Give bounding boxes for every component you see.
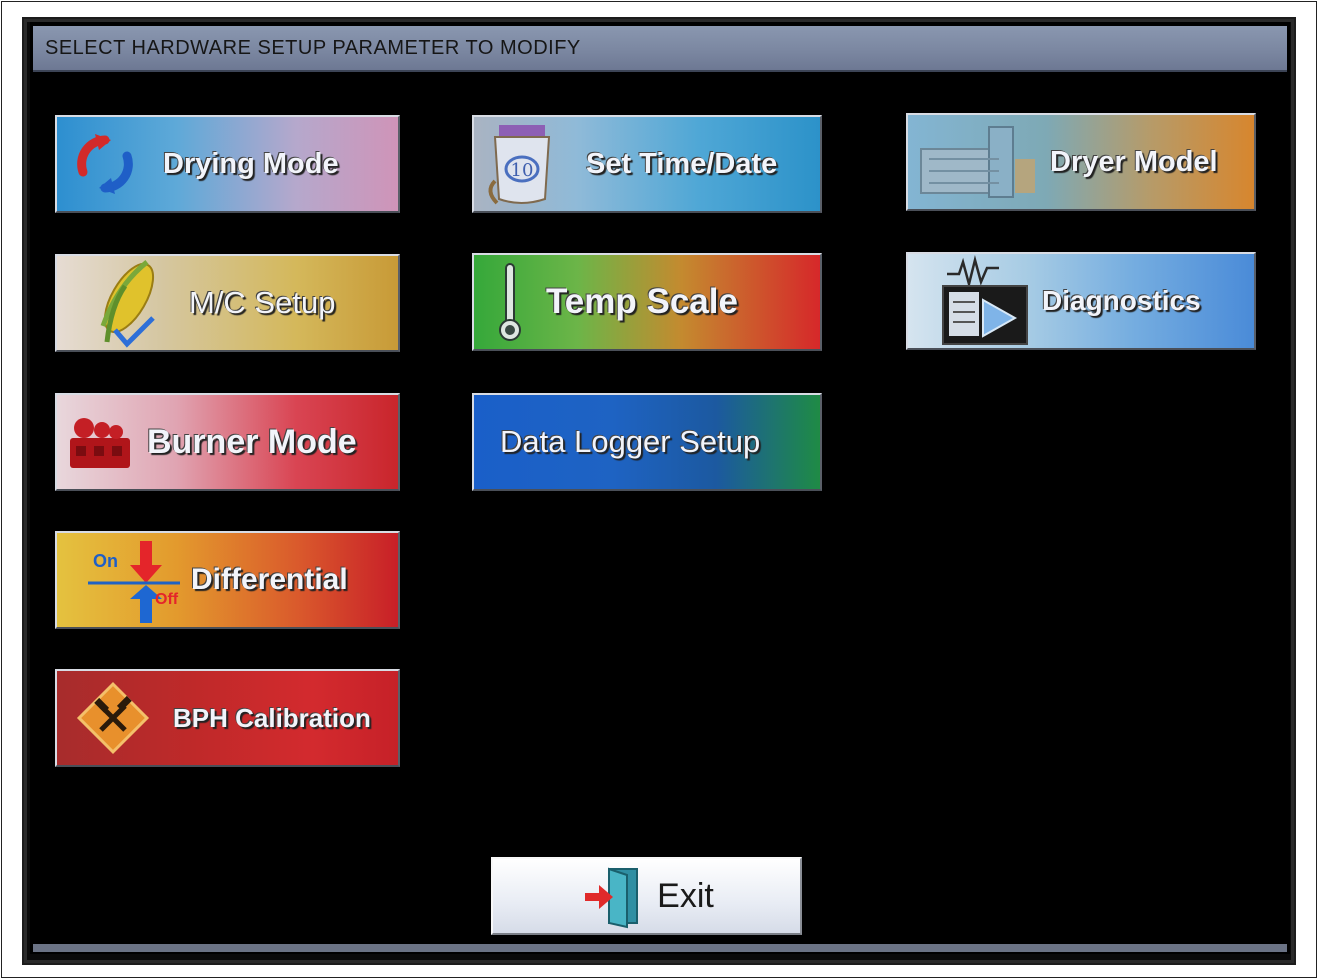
dryer-model-label: Dryer Model [1050, 145, 1218, 178]
differential-off-text: Off [155, 591, 179, 608]
dryer-model-button[interactable]: Dryer Model [906, 113, 1256, 211]
exit-label: Exit [657, 876, 714, 915]
tools-diamond-icon [57, 671, 169, 765]
data-logger-setup-button[interactable]: Data Logger Setup [472, 393, 822, 491]
mc-setup-label: M/C Setup [189, 285, 336, 320]
differential-button[interactable]: On Off Differential [55, 531, 400, 629]
diagnostics-button[interactable]: Diagnostics [906, 252, 1256, 350]
burner-icon [57, 395, 143, 489]
data-logger-setup-label: Data Logger Setup [500, 424, 761, 459]
monitor-waveform-icon [908, 254, 1038, 348]
diagnostics-label: Diagnostics [1042, 285, 1201, 316]
temp-scale-label: Temp Scale [546, 282, 738, 321]
set-time-date-label: Set Time/Date [586, 147, 778, 180]
differential-label: Differential [191, 563, 348, 596]
thermometer-icon [474, 255, 546, 349]
svg-text:10: 10 [511, 160, 534, 181]
differential-on-text: On [93, 551, 118, 571]
title-bar: SELECT HARDWARE SETUP PARAMETER TO MODIF… [33, 26, 1287, 72]
bottom-strip [33, 944, 1287, 952]
calendar-icon: 10 [474, 117, 572, 211]
burner-mode-button[interactable]: Burner Mode [55, 393, 400, 491]
page-title: SELECT HARDWARE SETUP PARAMETER TO MODIF… [45, 37, 581, 59]
bph-calibration-label: BPH Calibration [173, 702, 371, 733]
refresh-arrows-icon [57, 117, 153, 211]
bph-calibration-button[interactable]: BPH Calibration [55, 669, 400, 767]
mc-setup-button[interactable]: M/C Setup [55, 254, 400, 352]
drying-mode-button[interactable]: Drying Mode [55, 115, 400, 213]
burner-mode-label: Burner Mode [147, 422, 357, 461]
on-off-arrows-icon: On Off [57, 533, 191, 627]
exit-button[interactable]: Exit [491, 857, 802, 935]
grain-dryer-icon [908, 115, 1048, 209]
corn-checkmark-icon [57, 256, 187, 350]
exit-door-icon [579, 861, 649, 931]
temp-scale-button[interactable]: Temp Scale [472, 253, 822, 351]
drying-mode-label: Drying Mode [163, 147, 339, 180]
set-time-date-button[interactable]: 10 Set Time/Date [472, 115, 822, 213]
